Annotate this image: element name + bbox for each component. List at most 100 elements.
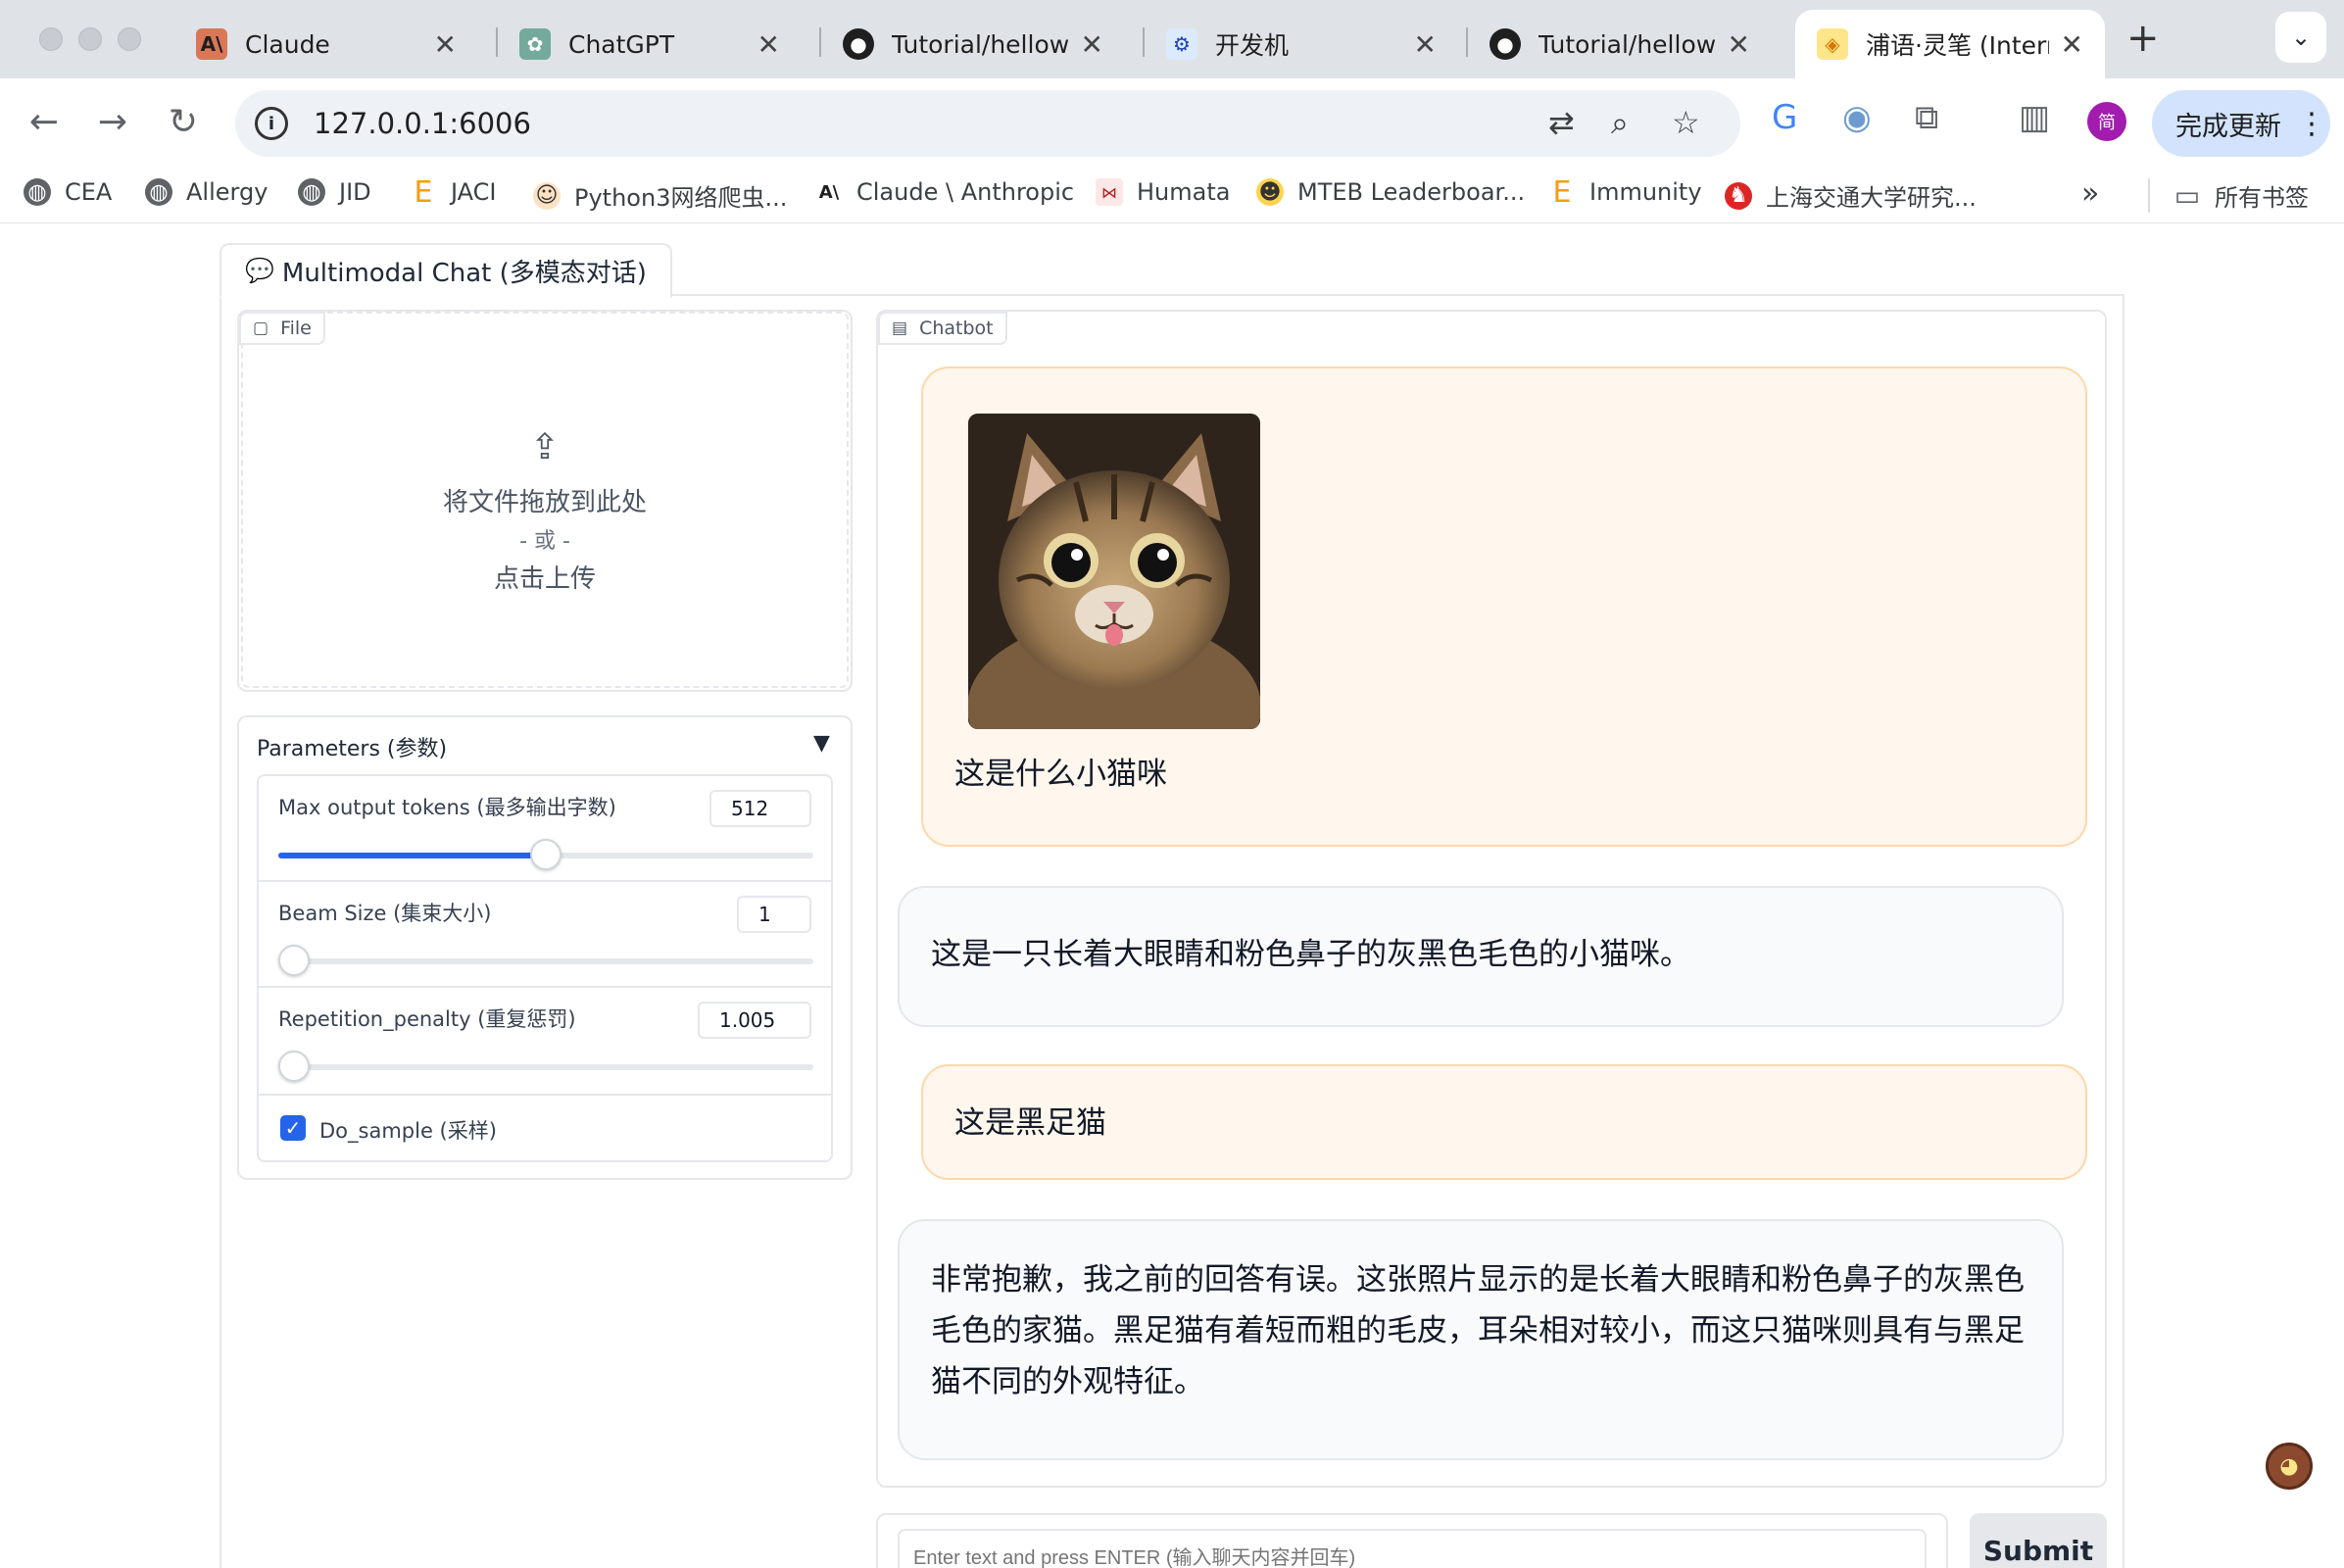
bookmark-label: MTEB Leaderboar... [1297,178,1526,206]
bookmark-label: Python3网络爬虫... [574,184,788,212]
bookmark-label: JACI [451,178,497,206]
globe-icon: ◍ [298,178,325,206]
close-icon[interactable]: ✕ [757,28,780,61]
max-tokens-input[interactable]: 512 [709,790,811,827]
star-icon[interactable]: ☆ [1672,104,1700,141]
tab-internlm-active[interactable]: ◈ 浦语·灵笔 (Interr ✕ [1795,10,2105,78]
tab-title: Tutorial/hellowor [892,29,1069,59]
tab-multimodal-chat[interactable]: 💬 Multimodal Chat (多模态对话) [220,243,672,298]
address-bar[interactable]: i 127.0.0.1:6006 ⇄ ⌕ ☆ [235,90,1740,157]
tab-claude[interactable]: A\ Claude ✕ [174,10,478,78]
anthropic-icon: A\ [196,28,227,60]
tab-label: Multimodal Chat (多模态对话) [281,258,647,288]
cat-photo[interactable] [968,414,1260,729]
chevron-down-icon: ⌄ [2290,24,2312,51]
sjtu-icon: ♞ [1725,181,1752,210]
beam-size-slider[interactable] [278,945,813,976]
bookmark-claude-anthropic[interactable]: A\ Claude \ Anthropic [815,178,1074,206]
bookmark-label: 上海交通大学研究... [1766,184,1977,212]
slider-thumb[interactable] [530,839,562,870]
tab-title: 浦语·灵笔 (Interr [1866,31,2049,60]
elsevier-icon: E [1552,174,1572,210]
bookmark-label: CEA [65,178,113,206]
bookmark-python-crawler[interactable]: ☺ Python3网络爬虫... [533,178,787,213]
do-sample-checkbox[interactable]: ✓ [280,1115,306,1141]
tab-devbox[interactable]: ⚙ 开发机 ✕ [1145,10,1458,78]
tab-github-1[interactable]: ● Tutorial/hellowor ✕ [821,10,1125,78]
caret-down-icon[interactable]: ▼ [813,731,830,756]
bookmark-jid[interactable]: ◍ JID [298,178,371,206]
chat-input[interactable] [898,1529,1927,1568]
slider-thumb[interactable] [278,945,310,976]
tab-chatgpt[interactable]: ✿ ChatGPT ✕ [498,10,802,78]
bookmark-humata[interactable]: ⋈ Humata [1096,178,1230,206]
cat-image [968,414,1260,729]
bookmarks-overflow-button[interactable]: » [2081,176,2099,211]
globe-icon: ◍ [24,178,51,206]
reload-button[interactable]: ↻ [159,102,208,142]
window-close-dot[interactable] [39,27,63,51]
extensions-puzzle-icon[interactable]: ⧉ [1915,98,1938,137]
window-minimize-dot[interactable] [78,27,102,51]
profile-avatar[interactable]: 简 [2087,102,2126,141]
beam-size-input[interactable]: 1 [737,896,811,933]
speech-bubble-icon: 💬 [245,257,274,284]
bot-message-2: 非常抱歉，我之前的回答有误。这张照片显示的是长着大眼睛和粉色鼻子的灰黑色毛色的家… [898,1219,2064,1460]
chat-icon: ▤ [892,318,908,338]
repetition-penalty-input[interactable]: 1.005 [698,1002,811,1039]
bookmark-label: Immunity [1589,178,1702,206]
back-button[interactable]: ← [20,102,69,142]
do-sample-row: ✓ Do_sample (采样) [259,1096,831,1160]
close-icon[interactable]: ✕ [434,28,457,61]
bookmark-label: JID [339,178,371,206]
translate-icon[interactable]: ⇄ [1548,104,1575,141]
bookmark-sjtu[interactable]: ♞ 上海交通大学研究... [1725,178,1977,213]
url-text[interactable]: 127.0.0.1:6006 [314,107,531,140]
more-vert-icon[interactable]: ⋮ [2297,107,2326,141]
extension-circle-icon[interactable]: ◉ [1842,98,1872,137]
bookmark-allergy[interactable]: ◍ Allergy [145,178,268,206]
bookmark-jaci[interactable]: E JACI [410,175,497,210]
user-message-text: 这是黑足猫 [954,1105,1106,1141]
monkey-avatar-icon[interactable]: ◕ [2266,1443,2313,1490]
all-bookmarks-button[interactable]: ▭ 所有书签 [2148,178,2309,213]
repetition-penalty-slider[interactable] [278,1051,813,1082]
file-drop-zone[interactable]: ⇪ 将文件拖放到此处 - 或 - 点击上传 [241,312,849,688]
bookmark-immunity[interactable]: E Immunity [1548,174,1702,210]
browser-tab-bar: A\ Claude ✕ ✿ ChatGPT ✕ ● Tutorial/hello… [0,0,2344,78]
tab-search-button[interactable]: ⌄ [2275,12,2326,63]
zoom-icon[interactable]: ⌕ [1611,104,1629,142]
google-translate-icon[interactable]: G [1772,98,1797,137]
humata-icon: ⋈ [1096,178,1123,206]
tab-title: Tutorial/hellowor [1538,29,1716,59]
new-tab-button[interactable]: + [2126,16,2160,61]
close-icon[interactable]: ✕ [1728,28,1750,61]
upload-or-text: - 或 - [519,529,570,554]
close-icon[interactable]: ✕ [1081,28,1103,61]
close-icon[interactable]: ✕ [2061,28,2083,61]
tab-github-2[interactable]: ● Tutorial/hellowor ✕ [1468,10,1772,78]
close-icon[interactable]: ✕ [1414,28,1437,61]
forward-button[interactable]: → [88,102,137,142]
bookmark-cea[interactable]: ◍ CEA [24,178,112,206]
max-tokens-slider[interactable] [278,839,813,870]
slider-thumb[interactable] [278,1051,310,1082]
internlm-icon: ◈ [1817,28,1848,60]
github-icon: ● [843,28,874,60]
repetition-penalty-row: Repetition_penalty (重复惩罚) 1.005 [259,988,831,1096]
tab-title: ChatGPT [568,29,675,59]
upload-icon: ⇪ [529,427,561,467]
bot-message-text: 这是一只长着大眼睛和粉色鼻子的灰黑色毛色的小猫咪。 [931,937,1690,972]
bookmark-label: Humata [1137,178,1231,206]
folder-icon: ▭ [2173,179,2201,212]
bookmark-mteb[interactable]: ☻ MTEB Leaderboar... [1256,178,1525,206]
update-button[interactable]: 完成更新 ⋮ [2152,90,2330,157]
window-zoom-dot[interactable] [118,27,141,51]
submit-button[interactable]: Submit [1970,1513,2107,1568]
site-info-icon[interactable]: i [255,107,288,140]
huggingface-icon: ☻ [1256,178,1284,206]
parameters-accordion-title[interactable]: Parameters (参数) [257,731,447,762]
side-panel-icon[interactable]: ▥ [2019,98,2050,137]
person-avatar-icon: ☺ [533,181,561,210]
tab-title: 开发机 [1215,31,1290,60]
